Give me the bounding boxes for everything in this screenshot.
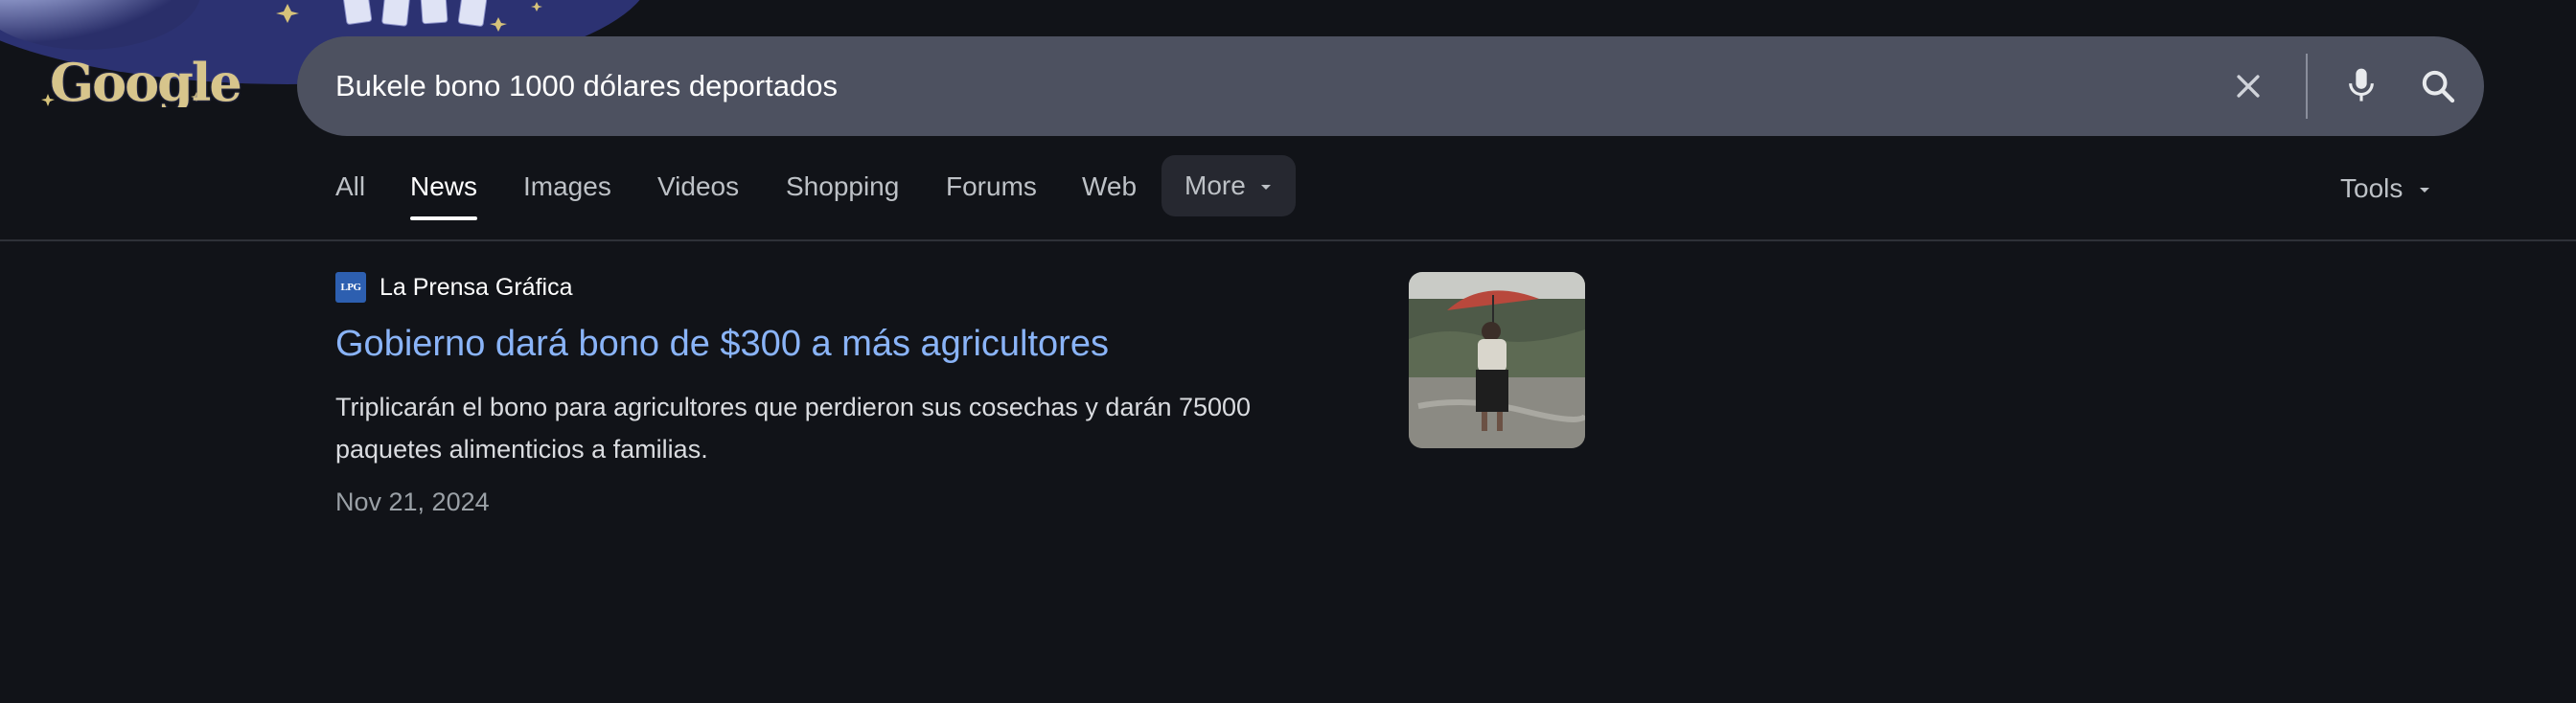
chevron-down-icon (1260, 185, 1271, 190)
source-favicon: LPG (335, 272, 366, 303)
chevron-down-icon (2420, 188, 2430, 193)
source-name: La Prensa Gráfica (380, 273, 573, 301)
tab-shopping[interactable]: Shopping (786, 153, 899, 220)
result-thumbnail[interactable] (1409, 272, 1585, 448)
microphone-icon (2349, 68, 2374, 102)
search-input[interactable]: Bukele bono 1000 dólares deportados (335, 69, 838, 103)
tab-news[interactable]: News (410, 153, 478, 220)
tab-web[interactable]: Web (1082, 153, 1137, 220)
search-icon (2422, 70, 2455, 103)
tools-button[interactable]: Tools (2340, 155, 2431, 222)
close-icon (2237, 75, 2260, 98)
tab-videos[interactable]: Videos (657, 153, 739, 220)
search-submit-button[interactable] (2409, 57, 2467, 115)
result-title-link[interactable]: Gobierno dará bono de $300 a más agricul… (335, 324, 1332, 365)
tab-forums[interactable]: Forums (946, 153, 1037, 220)
tab-all[interactable]: All (335, 153, 365, 220)
tab-images[interactable]: Images (523, 153, 611, 220)
news-result: LPG La Prensa Gráfica Gobierno dará bono… (335, 270, 1332, 517)
result-date: Nov 21, 2024 (335, 488, 490, 516)
search-tabs: All News Images Videos Shopping Forums W… (0, 153, 2576, 241)
tab-more[interactable]: More (1162, 155, 1296, 216)
google-logo[interactable]: Google (50, 52, 242, 107)
header-divider (0, 239, 2576, 241)
search-box[interactable]: Bukele bono 1000 dólares deportados (297, 36, 2484, 136)
clear-search-button[interactable] (2220, 57, 2277, 115)
search-box-divider (2306, 54, 2308, 119)
result-snippet: Triplicarán el bono para agricultores qu… (335, 393, 1252, 464)
tools-label: Tools (2340, 173, 2404, 203)
search-results-page: Google Bukele bono 1000 dólares deportad… (0, 0, 2576, 703)
voice-search-button[interactable] (2333, 57, 2390, 115)
result-source[interactable]: LPG La Prensa Gráfica (335, 270, 1332, 305)
tab-more-label: More (1184, 170, 1246, 200)
news-thumbnail-image (1409, 272, 1585, 448)
